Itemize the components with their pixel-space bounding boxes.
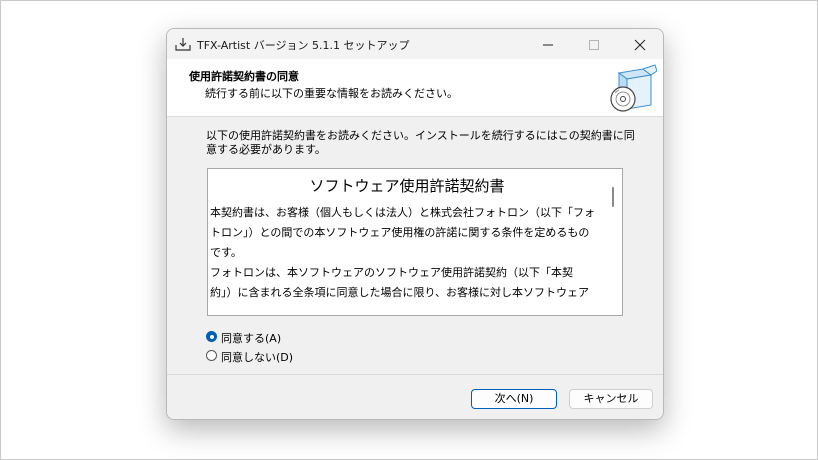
license-line: 約」）に含まれる全条項に同意した場合に限り、お客様に対し本ソフトウェア [210, 286, 590, 299]
wizard-header: 使用許諾契約書の同意 続行する前に以下の重要な情報をお読みください。 [167, 59, 663, 117]
close-button[interactable] [617, 29, 663, 59]
installer-icon [175, 36, 191, 52]
license-line: です。 [210, 246, 242, 259]
setup-dialog: TFX-Artist バージョン 5.1.1 セットアップ 使用許諾契約書の同意… [166, 28, 664, 420]
disagree-label[interactable]: 同意しない(D) [221, 349, 293, 365]
license-body: 本契約書は、お客様（個人もしくは法人）と株式会社フォトロン（以下「フォ トロン」… [210, 203, 606, 303]
maximize-icon [589, 40, 599, 50]
maximize-button [571, 29, 617, 59]
license-scrollbar[interactable] [612, 187, 614, 207]
license-title: ソフトウェア使用許諾契約書 [309, 177, 505, 195]
minimize-icon [543, 44, 553, 46]
license-line: トロン」）との間での本ソフトウェア使用権の許諾に関する条件を定めるもの [210, 226, 590, 239]
license-line: 本契約書は、お客様（個人もしくは法人）と株式会社フォトロン（以下「フォ [210, 206, 595, 219]
software-box-cd-icon [605, 63, 658, 113]
minimize-button[interactable] [525, 29, 571, 59]
license-textbox[interactable]: ソフトウェア使用許諾契約書 本契約書は、お客様（個人もしくは法人）と株式会社フォ… [207, 168, 623, 316]
page-subtitle: 続行する前に以下の重要な情報をお読みください。 [205, 87, 458, 100]
page-title: 使用許諾契約書の同意 [189, 70, 299, 83]
next-button[interactable]: 次へ(N) [471, 389, 557, 409]
agree-radio[interactable] [206, 331, 217, 342]
title-bar[interactable]: TFX-Artist バージョン 5.1.1 セットアップ [167, 29, 663, 59]
button-bar: 次へ(N) キャンセル [167, 374, 663, 419]
agree-label[interactable]: 同意する(A) [221, 330, 281, 346]
window-title: TFX-Artist バージョン 5.1.1 セットアップ [197, 39, 410, 52]
cancel-button[interactable]: キャンセル [569, 389, 653, 409]
close-icon [634, 39, 646, 51]
instruction-text: 以下の使用許諾契約書をお読みください。インストールを続行するにはこの契約書に同意… [206, 129, 635, 156]
disagree-radio[interactable] [206, 350, 217, 361]
license-line: フォトロンは、本ソフトウェアのソフトウェア使用許諾契約（以下「本契 [210, 266, 573, 279]
